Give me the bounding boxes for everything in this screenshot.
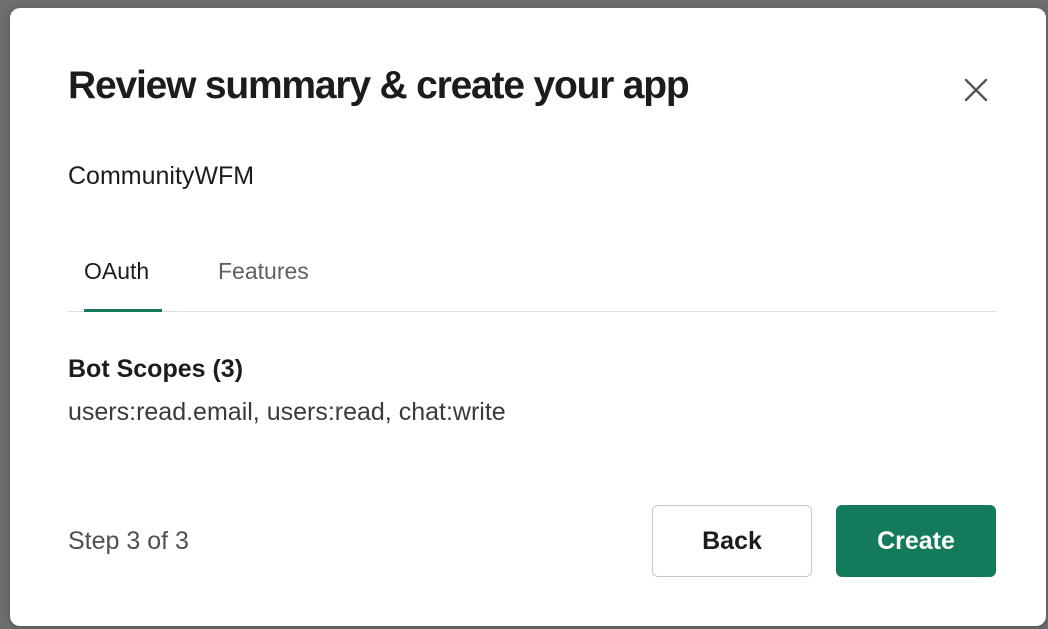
tab-oauth[interactable]: OAuth — [84, 258, 149, 285]
tab-features[interactable]: Features — [218, 258, 309, 285]
tab-bar: OAuth Features — [68, 246, 996, 312]
close-button[interactable] — [954, 70, 998, 110]
step-indicator: Step 3 of 3 — [68, 527, 189, 555]
active-tab-indicator — [84, 309, 162, 312]
create-app-modal: Review summary & create your app Communi… — [10, 8, 1046, 626]
app-name: CommunityWFM — [68, 162, 255, 190]
bot-scopes-list: users:read.email, users:read, chat:write — [68, 398, 506, 426]
close-icon — [964, 78, 988, 102]
bot-scopes-heading: Bot Scopes (3) — [68, 355, 244, 383]
back-button[interactable]: Back — [652, 505, 812, 577]
create-button[interactable]: Create — [836, 505, 996, 577]
modal-title: Review summary & create your app — [68, 64, 690, 107]
